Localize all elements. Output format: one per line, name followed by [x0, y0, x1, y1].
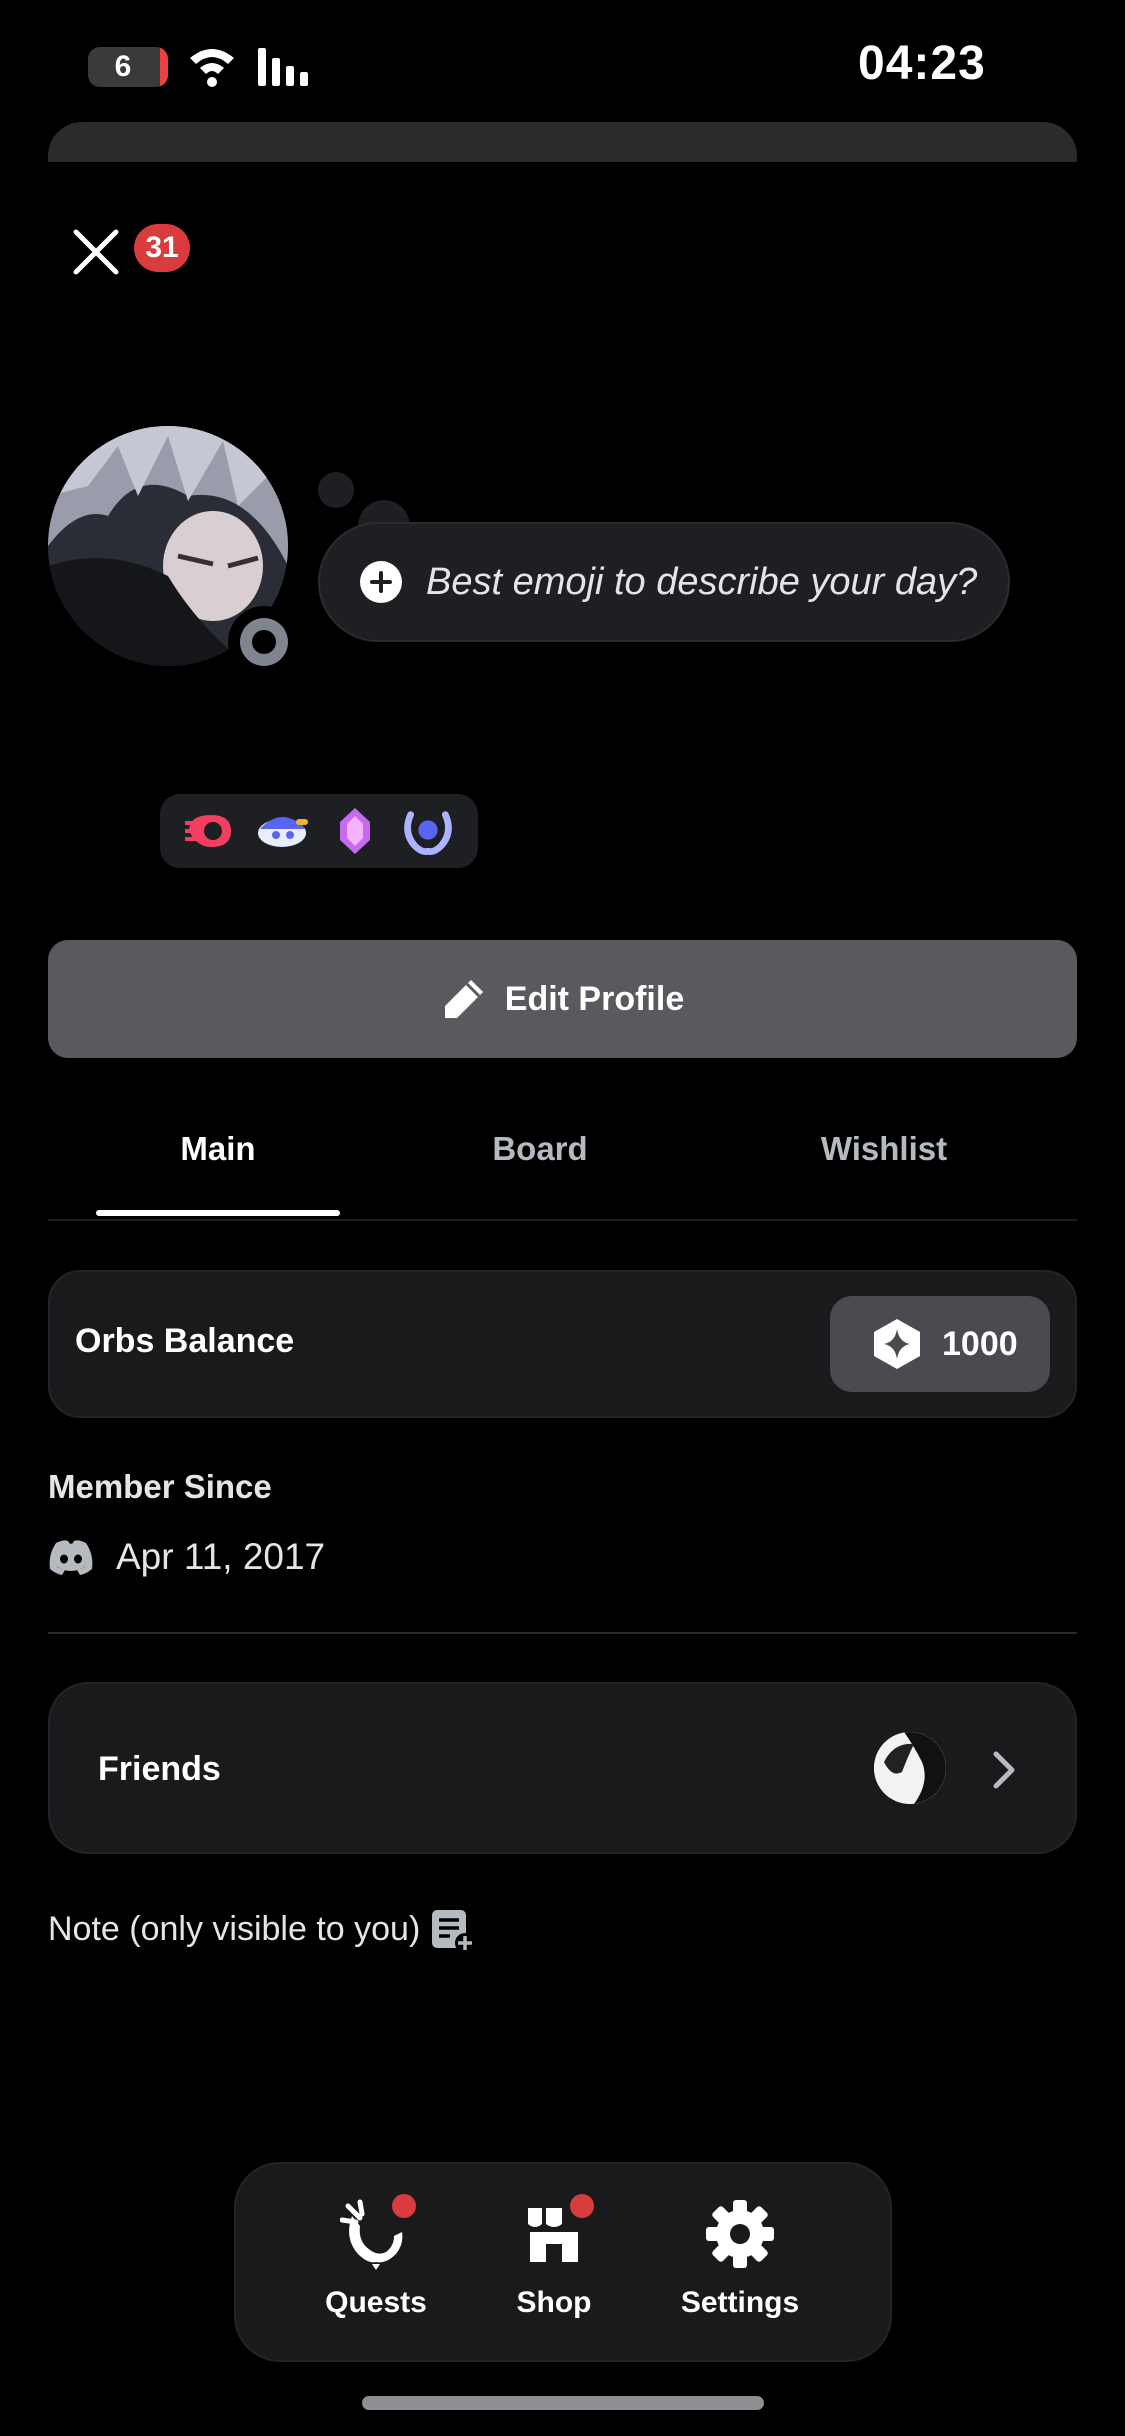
edit-profile-button[interactable]: Edit Profile — [48, 940, 1077, 1058]
note-label: Note (only visible to you) — [48, 1910, 421, 1948]
nav-settings[interactable]: Settings — [670, 2198, 810, 2320]
status-time: 04:23 — [858, 37, 986, 90]
nav-shop[interactable]: Shop — [484, 2194, 624, 2320]
nav-quests[interactable]: Quests — [306, 2194, 446, 2320]
close-icon[interactable] — [66, 222, 126, 282]
early-supporter-badge[interactable] — [256, 804, 310, 858]
member-since-date: Apr 11, 2017 — [116, 1536, 326, 1577]
active-tab-indicator — [96, 1210, 340, 1216]
quest-completer-badge[interactable] — [401, 804, 455, 858]
wifi-icon — [190, 49, 234, 87]
member-since-title: Member Since — [48, 1468, 272, 1505]
notification-badge: 31 — [134, 224, 190, 272]
hypesquad-badge[interactable] — [183, 804, 237, 858]
orbs-balance-value: 1000 — [942, 1324, 1018, 1363]
member-since-row: Apr 11, 2017 — [48, 1536, 325, 1578]
orbs-balance-label: Orbs Balance — [75, 1322, 295, 1360]
tab-wishlist[interactable]: Wishlist — [784, 1130, 984, 1168]
orb-icon — [874, 1319, 920, 1369]
edit-profile-label: Edit Profile — [504, 979, 685, 1018]
shop-icon — [518, 2194, 594, 2270]
thought-bubble-dot — [318, 472, 354, 508]
section-divider — [48, 1632, 1077, 1634]
custom-status-placeholder: Best emoji to describe your day? — [426, 560, 978, 603]
quests-icon — [339, 2194, 416, 2270]
signal-icon — [258, 48, 308, 86]
nav-quests-label: Quests — [325, 2286, 427, 2319]
profile-badges — [160, 794, 478, 868]
home-indicator[interactable] — [362, 2396, 764, 2410]
orbs-balance-pill[interactable]: 1000 — [830, 1296, 1050, 1392]
sheet-grabber-bar — [48, 122, 1077, 162]
battery-level: 6 — [114, 50, 132, 83]
presence-status-indicator — [228, 606, 300, 678]
tab-board[interactable]: Board — [440, 1130, 640, 1168]
nitro-boost-badge[interactable] — [328, 804, 382, 858]
battery-indicator: 6 — [88, 47, 168, 87]
tab-divider — [48, 1219, 1077, 1221]
chevron-right-icon — [993, 1751, 1015, 1789]
plus-icon — [360, 561, 402, 603]
custom-status-button[interactable]: Best emoji to describe your day? — [318, 522, 1010, 642]
friend-avatar — [874, 1732, 946, 1804]
add-note-icon[interactable] — [428, 1906, 476, 1954]
gear-icon — [704, 2198, 776, 2270]
discord-logo-icon — [49, 1540, 93, 1575]
friends-label: Friends — [98, 1750, 221, 1788]
nav-shop-label: Shop — [516, 2286, 592, 2319]
nav-settings-label: Settings — [680, 2286, 800, 2319]
tab-main[interactable]: Main — [96, 1130, 340, 1168]
status-icons — [190, 48, 308, 87]
pencil-icon — [444, 980, 483, 1018]
